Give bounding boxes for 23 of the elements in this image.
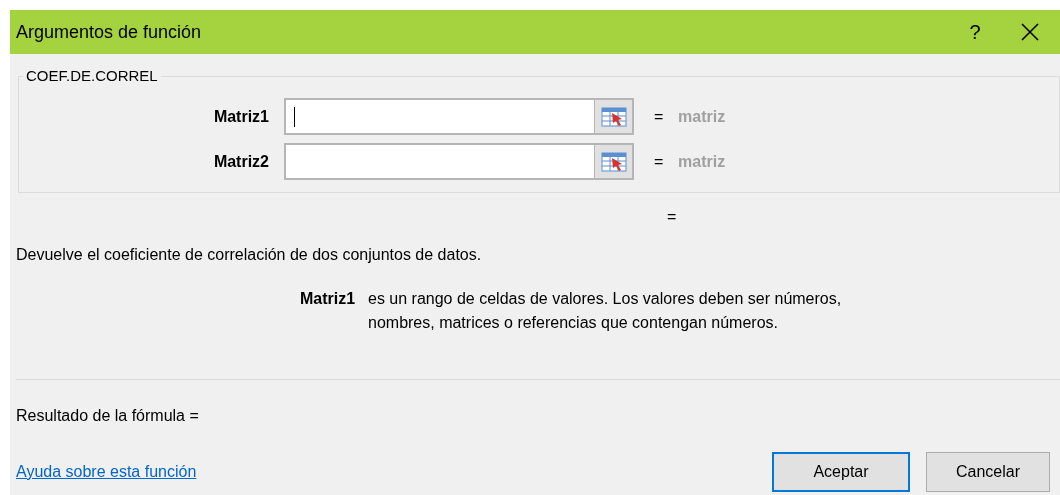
argument-name: Matriz1: [300, 289, 357, 309]
argument-label: Matriz2: [212, 151, 270, 172]
sheet-select-icon: [600, 105, 627, 128]
argument-label: Matriz1: [212, 106, 270, 127]
function-result: =: [667, 207, 678, 227]
input-field[interactable]: [284, 143, 634, 180]
window-title: Argumentos de función: [16, 20, 203, 44]
equals-sign: =: [654, 106, 665, 127]
input-field[interactable]: [284, 98, 634, 135]
formula-result: Resultado de la fórmula =: [16, 406, 200, 426]
help-button[interactable]: ?: [950, 17, 1000, 47]
sheet-select-icon: [600, 150, 627, 173]
cancel-button[interactable]: Cancelar: [926, 452, 1050, 492]
close-icon: [1020, 22, 1040, 42]
argument-result: matriz: [678, 106, 726, 127]
argument-description: es un rango de celdas de valores. Los valores deben ser números, nombres, matrices o referencias que contengan números.: [368, 289, 843, 333]
help-link[interactable]: Ayuda sobre esta función: [16, 460, 772, 484]
range-picker-button[interactable]: [594, 145, 632, 178]
range-picker-button[interactable]: [594, 100, 632, 133]
function-description: Devuelve el coeficiente de correlación de dos conjuntos de datos.: [16, 245, 483, 265]
argument-result: matriz: [678, 151, 726, 172]
equals-sign: =: [654, 151, 665, 172]
ok-button[interactable]: Aceptar: [772, 452, 910, 492]
